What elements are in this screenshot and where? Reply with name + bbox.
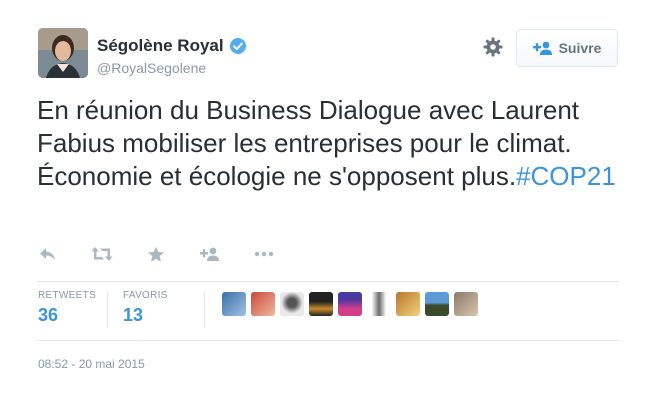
retweets-label: RETWEETS xyxy=(38,290,96,301)
follow-action-icon[interactable] xyxy=(198,244,222,264)
avatar[interactable] xyxy=(251,292,275,316)
retweets-count[interactable]: 36 xyxy=(38,305,96,326)
follow-button[interactable]: Suivre xyxy=(516,29,618,67)
stat-separator xyxy=(204,292,205,328)
retweet-icon[interactable] xyxy=(90,244,114,264)
retweets-stat[interactable]: RETWEETS 36 xyxy=(38,290,96,326)
hashtag-link[interactable]: #COP21 xyxy=(516,161,616,191)
more-icon[interactable] xyxy=(252,244,276,264)
author-name[interactable]: Ségolène Royal xyxy=(97,36,224,56)
favoriters-avatars xyxy=(222,292,483,316)
avatar[interactable] xyxy=(338,292,362,316)
tweet-timestamp[interactable]: 08:52 - 20 mai 2015 xyxy=(38,357,145,371)
favorites-count[interactable]: 13 xyxy=(123,305,168,326)
gear-icon[interactable] xyxy=(482,36,504,58)
avatar[interactable] xyxy=(396,292,420,316)
avatar[interactable] xyxy=(280,292,304,316)
favorites-label: FAVORIS xyxy=(123,290,168,301)
avatar[interactable] xyxy=(309,292,333,316)
stats-bottom-divider xyxy=(37,340,619,341)
avatar[interactable] xyxy=(425,292,449,316)
follow-button-label: Suivre xyxy=(558,40,602,56)
avatar[interactable] xyxy=(367,292,391,316)
tweet-actions xyxy=(36,244,306,264)
follow-icon xyxy=(532,40,553,56)
tweet-body: En réunion du Business Dialogue avec Lau… xyxy=(37,95,580,191)
author-avatar[interactable] xyxy=(38,28,88,78)
reply-icon[interactable] xyxy=(36,244,60,264)
author-name-row[interactable]: Ségolène Royal xyxy=(97,36,247,56)
avatar[interactable] xyxy=(222,292,246,316)
verified-icon xyxy=(229,37,247,55)
author-handle[interactable]: @RoyalSegolene xyxy=(97,60,206,76)
tweet-text: En réunion du Business Dialogue avec Lau… xyxy=(37,94,637,193)
favorite-icon[interactable] xyxy=(144,244,168,264)
stats-top-divider xyxy=(37,281,619,282)
stat-separator xyxy=(107,292,108,328)
favorites-stat[interactable]: FAVORIS 13 xyxy=(123,290,168,326)
avatar[interactable] xyxy=(454,292,478,316)
